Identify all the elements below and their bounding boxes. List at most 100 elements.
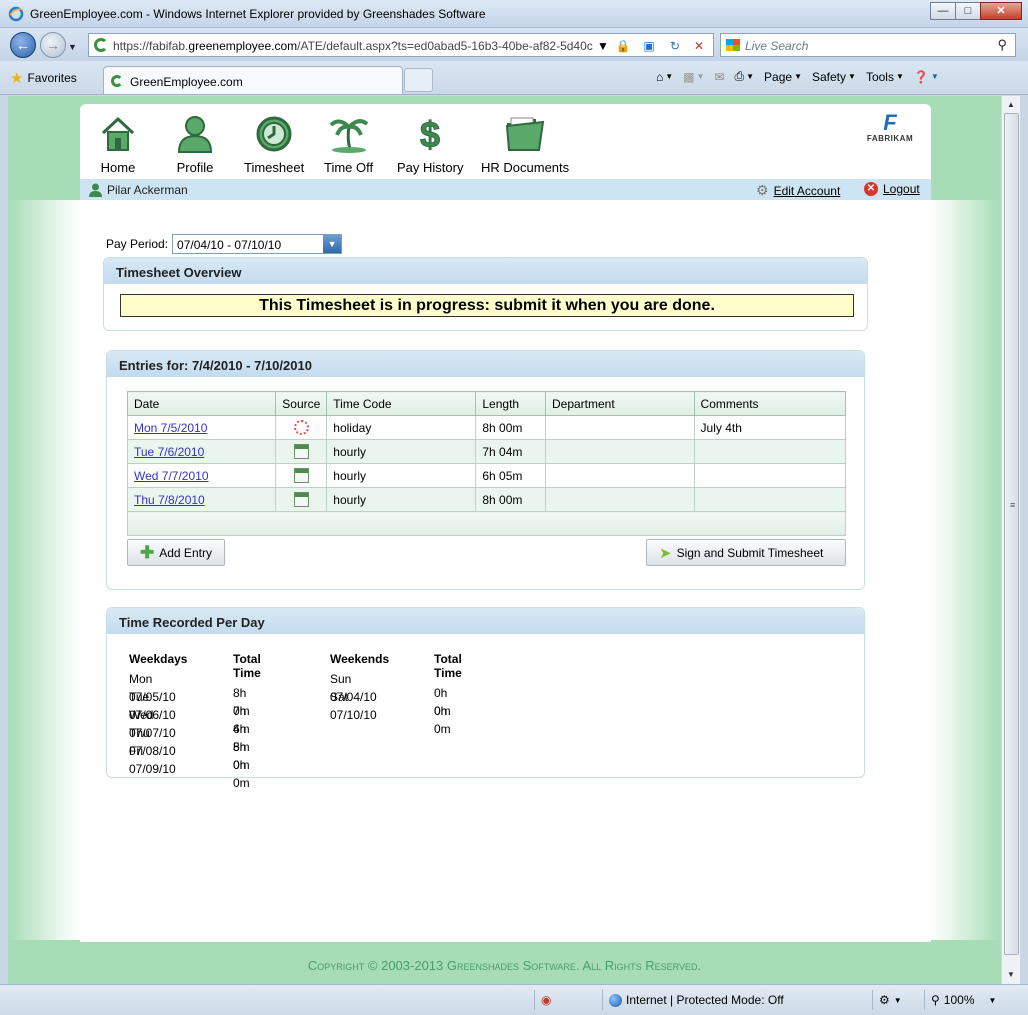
nav-time-off[interactable]: Time Off	[324, 114, 373, 175]
address-bar[interactable]: https://fabifab.greenemployee.com/ATE/de…	[88, 33, 714, 57]
entry-date-link[interactable]: Tue 7/6/2010	[134, 445, 204, 459]
edit-account-label[interactable]: Edit Account	[774, 184, 841, 198]
protected-mode-icon[interactable]: ⚙ ▼	[872, 990, 924, 1010]
back-button[interactable]: ←	[10, 32, 36, 58]
feeds-button[interactable]: ▩ ▼	[683, 70, 704, 84]
nav-timesheet[interactable]: Timesheet	[244, 114, 304, 175]
pay-period: Pay Period: 07/04/10 - 07/10/10 ▼	[106, 234, 343, 254]
svg-text:$: $	[420, 115, 440, 153]
privacy-icon[interactable]: ◉	[534, 990, 602, 1010]
column-header[interactable]: Date	[126, 391, 277, 416]
recent-pages-dropdown[interactable]: ▼	[68, 42, 77, 52]
copyright-text: Copyright © 2003-2013 Greenshades Softwa…	[307, 958, 702, 973]
entries-table: Date Source Time Code Length Department …	[126, 391, 847, 536]
timesheet-overview-title: Timesheet Overview	[104, 258, 867, 284]
entry-department	[544, 487, 695, 512]
scroll-down-icon[interactable]: ▼	[1002, 966, 1020, 983]
entry-comments: July 4th	[693, 415, 847, 440]
add-entry-button[interactable]: ✚ Add Entry	[127, 539, 225, 566]
time-per-day-panel: Time Recorded Per Day Weekdays Mon 07/05…	[106, 607, 865, 790]
entry-length: 8h 00m	[475, 415, 546, 440]
zoom-dropdown-icon[interactable]: ▼	[989, 996, 997, 1005]
new-tab-button[interactable]	[404, 68, 433, 92]
entry-length: 7h 04m	[475, 439, 546, 464]
status-notice: This Timesheet is in progress: submit it…	[120, 294, 854, 317]
address-url[interactable]: https://fabifab.greenemployee.com/ATE/de…	[113, 39, 593, 53]
entry-time-code: hourly	[326, 439, 477, 464]
nav-home[interactable]: Home	[98, 114, 138, 175]
refresh-icon[interactable]: ↻	[667, 38, 683, 54]
minimize-button[interactable]: —	[930, 2, 956, 20]
security-zone-label: Internet | Protected Mode: Off	[626, 993, 784, 1007]
tools-menu[interactable]: Tools ▼	[866, 70, 904, 84]
holiday-icon	[293, 420, 309, 435]
zoom-icon: ⚲	[931, 993, 940, 1007]
table-header-row: Date Source Time Code Length Department …	[126, 391, 847, 416]
fabrikam-logo-icon: F	[883, 110, 897, 135]
scroll-up-icon[interactable]: ▲	[1002, 96, 1020, 113]
stop-icon[interactable]: ✕	[691, 38, 707, 54]
column-header[interactable]: Source	[275, 391, 328, 416]
maximize-button[interactable]: □	[955, 2, 981, 20]
favorites-button[interactable]: ★ Favorites	[10, 67, 77, 89]
clock-icon	[254, 114, 294, 154]
page-footer: Copyright © 2003-2013 Greenshades Softwa…	[8, 942, 1001, 984]
user-icon	[89, 183, 102, 197]
chevron-down-icon[interactable]: ▼	[323, 235, 342, 253]
safety-menu[interactable]: Safety ▼	[812, 70, 856, 84]
window-title: GreenEmployee.com - Windows Internet Exp…	[30, 7, 486, 21]
globe-icon	[609, 993, 622, 1007]
time-per-day-title: Time Recorded Per Day	[107, 608, 864, 634]
tab-greenemployee[interactable]: GreenEmployee.com	[103, 66, 403, 94]
security-zone[interactable]: Internet | Protected Mode: Off	[602, 990, 872, 1010]
table-row: Thu 7/8/2010 hourly 8h 00m	[126, 487, 847, 512]
search-icon[interactable]: ⚲	[997, 37, 1007, 53]
entries-panel: Entries for: 7/4/2010 - 7/10/2010 Date S…	[106, 350, 865, 590]
column-header[interactable]: Length	[475, 391, 546, 416]
vertical-scrollbar[interactable]: ▲ ≡ ▼	[1001, 96, 1020, 984]
compatibility-view-icon[interactable]: ▣	[641, 38, 657, 54]
entry-date-link[interactable]: Wed 7/7/2010	[134, 469, 209, 483]
close-window-button[interactable]: ✕	[980, 2, 1022, 20]
address-dropdown-icon[interactable]: ▼	[595, 38, 611, 54]
mail-button[interactable]: ✉	[714, 70, 724, 84]
lock-icon[interactable]: 🔒	[615, 38, 631, 54]
entry-date-link[interactable]: Thu 7/8/2010	[134, 493, 205, 507]
nav-pay-history[interactable]: $ Pay History	[397, 114, 463, 175]
nav-profile[interactable]: Profile	[175, 114, 215, 175]
star-icon: ★	[10, 70, 24, 87]
user-bar: Pilar Ackerman ⚙ Edit Account ✕ Logout	[80, 179, 931, 200]
entry-date-link[interactable]: Mon 7/5/2010	[134, 421, 207, 435]
pay-period-select[interactable]: 07/04/10 - 07/10/10 ▼	[172, 234, 343, 254]
weekdays-header: Weekdays	[129, 652, 188, 666]
weekend-date: Sun 07/04/10	[330, 672, 377, 704]
live-search-box[interactable]: Live Search ⚲	[720, 33, 1016, 57]
tab-favicon	[111, 75, 123, 87]
calendar-icon	[293, 492, 309, 507]
sign-submit-button[interactable]: ➤ Sign and Submit Timesheet	[646, 539, 846, 566]
total-time-header: Total Time	[434, 652, 462, 680]
column-header[interactable]: Department	[544, 391, 695, 416]
scrollbar-thumb[interactable]: ≡	[1004, 113, 1019, 955]
search-placeholder: Live Search	[745, 39, 809, 53]
page-menu[interactable]: Page ▼	[764, 70, 802, 84]
arrow-right-icon: ➤	[659, 544, 672, 562]
add-entry-label: Add Entry	[159, 545, 212, 560]
forward-button[interactable]: →	[40, 32, 66, 58]
zoom-control[interactable]: ⚲ 100% ▼	[924, 990, 1008, 1010]
edit-account-link[interactable]: ⚙ Edit Account	[756, 182, 840, 199]
logout-link[interactable]: ✕ Logout	[864, 182, 920, 196]
table-row: Mon 7/5/2010 holiday 8h 00m July 4th	[126, 415, 847, 440]
nav-hr-documents[interactable]: HR Documents	[481, 114, 569, 175]
calendar-icon	[293, 444, 309, 459]
help-button[interactable]: ❓ ▼	[914, 70, 939, 84]
column-header[interactable]: Comments	[693, 391, 847, 416]
entries-title: Entries for: 7/4/2010 - 7/10/2010	[107, 351, 864, 377]
logout-label[interactable]: Logout	[883, 182, 920, 196]
print-button[interactable]: ⎙ ▼	[735, 69, 755, 84]
entry-department	[544, 439, 695, 464]
entry-comments	[693, 487, 847, 512]
home-page-button[interactable]: ⌂ ▼	[656, 70, 673, 84]
total-time-header: Total Time	[233, 652, 261, 680]
column-header[interactable]: Time Code	[326, 391, 477, 416]
